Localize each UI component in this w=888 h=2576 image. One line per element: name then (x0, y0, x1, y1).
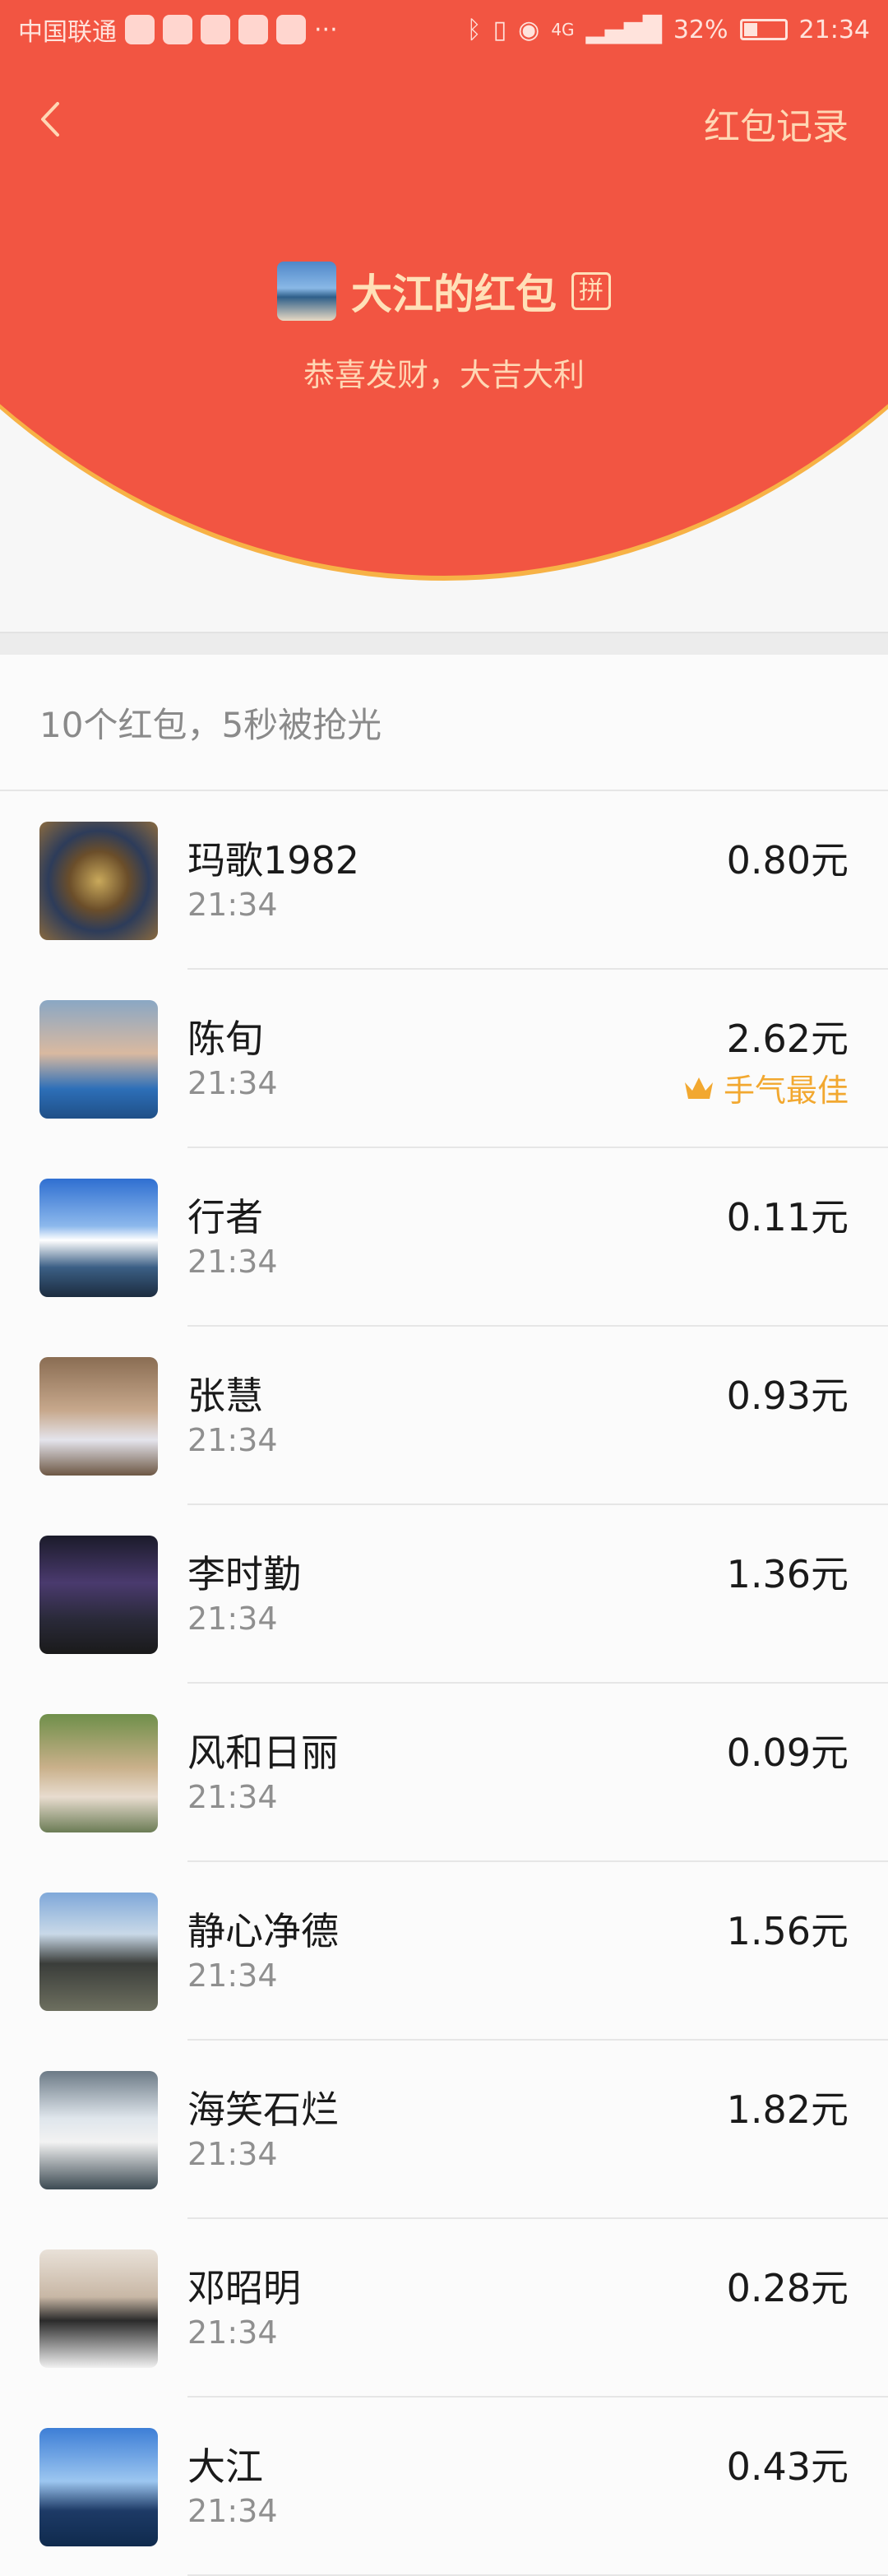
signal-icon: ▂▄▆█ (585, 15, 662, 44)
claimer-name: 玛歌1982 (187, 838, 360, 883)
claim-time: 21:34 (187, 1065, 278, 1101)
nav-bar: 红包记录 (0, 82, 888, 156)
app-notification-icon (163, 15, 192, 44)
claimer-name: 张慧 (187, 1374, 263, 1418)
sender-avatar[interactable] (277, 262, 336, 321)
app-notification-icon (238, 15, 268, 44)
claim-amount: 0.11元 (726, 1195, 849, 1239)
red-packet-record-link[interactable]: 红包记录 (704, 97, 849, 150)
claimer-name: 风和日丽 (187, 1730, 339, 1775)
bluetooth-icon: ᛒ (466, 15, 482, 44)
network-label: 4G (551, 20, 575, 39)
claim-summary: 10个红包，5秒被抢光 (0, 655, 888, 791)
crown-icon (684, 1077, 713, 1099)
claim-amount: 0.09元 (726, 1730, 849, 1775)
battery-percent: 32% (673, 15, 728, 44)
claim-time: 21:34 (187, 1957, 278, 1994)
list-item[interactable]: 陈旬 21:34 2.62元手气最佳 (0, 970, 888, 1148)
claim-amount: 0.43元 (726, 2444, 849, 2489)
claim-time: 21:34 (187, 2136, 278, 2172)
list-item[interactable]: 张慧 21:34 0.93元 (0, 1327, 888, 1505)
claim-amount: 0.28元 (726, 2266, 849, 2310)
more-notifications-icon: ··· (314, 15, 338, 44)
eye-icon: ◉ (518, 15, 540, 44)
list-item[interactable]: 大江 21:34 0.43元 (0, 2398, 888, 2576)
claim-time: 21:34 (187, 1422, 278, 1458)
list-item[interactable]: 玛歌1982 21:34 0.80元 (0, 791, 888, 970)
status-bar: 中国联通 ··· ᛒ ▯ ◉ 4G ▂▄▆█ 32% 21:34 (0, 0, 888, 59)
claimer-name: 大江 (187, 2444, 263, 2489)
avatar[interactable] (39, 822, 158, 940)
best-luck-badge: 手气最佳 (682, 1065, 849, 1110)
app-notification-icon (201, 15, 230, 44)
app-notification-icon (125, 15, 155, 44)
claimer-name: 行者 (187, 1195, 263, 1239)
claim-amount: 0.93元 (726, 1374, 849, 1418)
chevron-left-icon[interactable] (33, 100, 71, 138)
claim-time: 21:34 (187, 1779, 278, 1815)
sender-info: 大江的红包 拼 (0, 262, 888, 321)
claim-time: 21:34 (187, 2493, 278, 2529)
avatar[interactable] (39, 1893, 158, 2011)
claim-list: 10个红包，5秒被抢光 玛歌1982 21:34 0.80元陈旬 21:34 2.62元… (0, 655, 888, 2576)
claimer-name: 静心净德 (187, 1909, 339, 1953)
best-luck-label: 手气最佳 (723, 1073, 849, 1109)
avatar[interactable] (39, 1179, 158, 1297)
sender-name: 大江的红包 (351, 271, 557, 318)
claim-amount: 2.62元 (726, 1017, 849, 1061)
claim-amount: 0.80元 (726, 838, 849, 883)
claim-amount: 1.82元 (726, 2087, 849, 2132)
avatar[interactable] (39, 1000, 158, 1119)
app-notification-icon (276, 15, 306, 44)
clock: 21:34 (798, 15, 870, 44)
vibrate-icon: ▯ (493, 15, 507, 44)
claim-amount: 1.56元 (726, 1909, 849, 1953)
avatar[interactable] (39, 2428, 158, 2546)
list-item[interactable]: 静心净德 21:34 1.56元 (0, 1862, 888, 2041)
list-item[interactable]: 李时勤 21:34 1.36元 (0, 1505, 888, 1684)
pin-badge: 拼 (571, 272, 611, 310)
list-item[interactable]: 风和日丽 21:34 0.09元 (0, 1684, 888, 1862)
avatar[interactable] (39, 1536, 158, 1654)
claim-time: 21:34 (187, 887, 278, 923)
claim-time: 21:34 (187, 1601, 278, 1637)
battery-icon (739, 19, 788, 40)
avatar[interactable] (39, 1357, 158, 1476)
carrier-label: 中国联通 (18, 18, 117, 47)
avatar[interactable] (39, 1714, 158, 1832)
claim-amount: 1.36元 (726, 1552, 849, 1596)
claimer-name: 海笑石烂 (187, 2087, 339, 2132)
list-item[interactable]: 行者 21:34 0.11元 (0, 1148, 888, 1327)
list-item[interactable]: 邓昭明 21:34 0.28元 (0, 2219, 888, 2398)
avatar[interactable] (39, 2071, 158, 2189)
claim-time: 21:34 (187, 2314, 278, 2351)
red-packet-header: 红包记录 大江的红包 拼 恭喜发财，大吉大利 (0, 0, 888, 633)
avatar[interactable] (39, 2249, 158, 2368)
claimer-name: 邓昭明 (187, 2266, 301, 2310)
greeting-text: 恭喜发财，大吉大利 (303, 357, 585, 393)
section-divider (0, 632, 888, 655)
claim-time: 21:34 (187, 1244, 278, 1280)
claimer-name: 陈旬 (187, 1017, 263, 1061)
list-item[interactable]: 海笑石烂 21:34 1.82元 (0, 2041, 888, 2219)
claimer-name: 李时勤 (187, 1552, 301, 1596)
